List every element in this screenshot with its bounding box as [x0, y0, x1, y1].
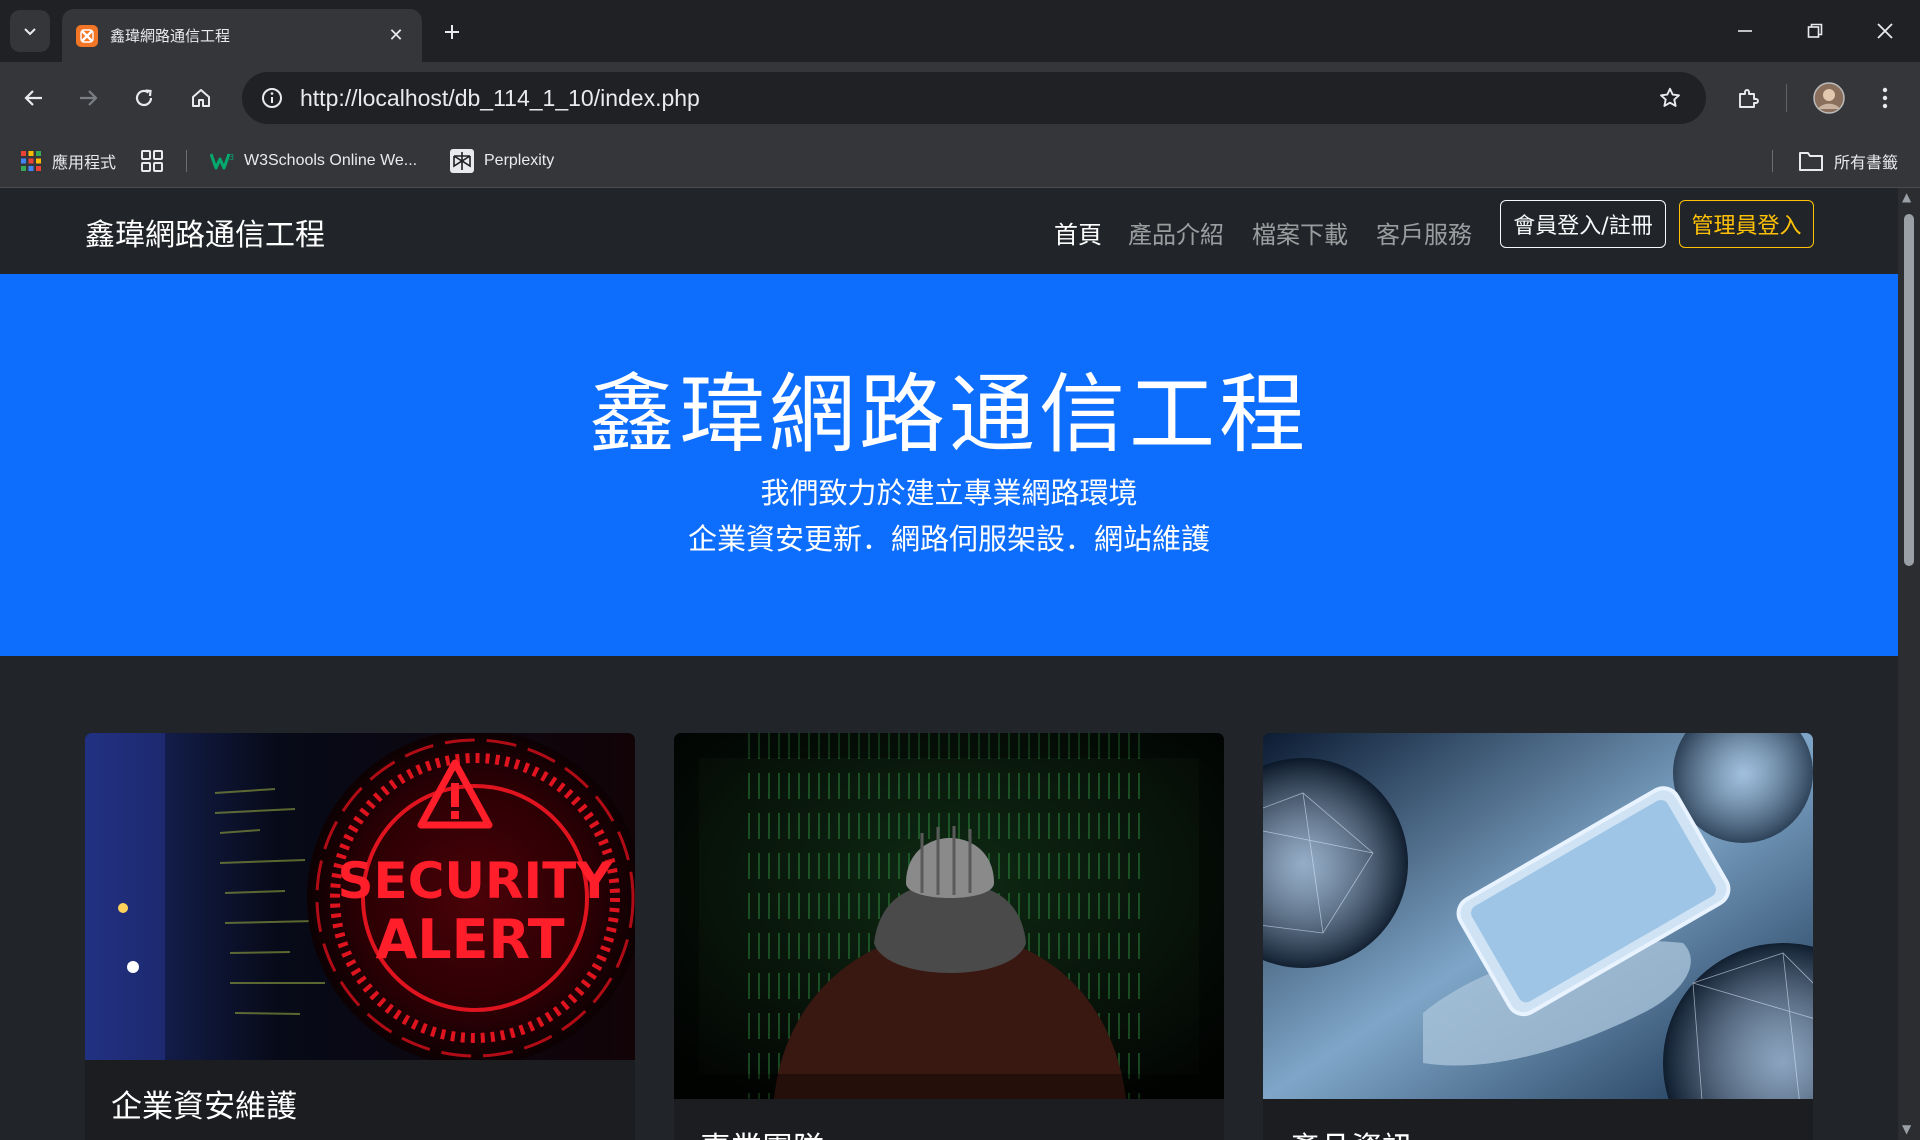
scroll-thumb[interactable] [1904, 214, 1914, 566]
admin-login-button[interactable]: 管理員登入 [1679, 200, 1814, 248]
home-button[interactable] [179, 76, 223, 120]
all-bookmarks-label: 所有書籤 [1834, 155, 1899, 172]
hacker-team-image [674, 733, 1224, 1099]
svg-text:3: 3 [229, 153, 234, 162]
hero-banner: 鑫瑋網路通信工程 我們致力於建立專業網路環境 企業資安更新．網路伺服架設．網站維… [0, 274, 1898, 656]
nav-products[interactable]: 產品介紹 [1128, 215, 1224, 250]
tab-title: 鑫瑋網路通信工程 [110, 27, 231, 45]
extensions-button[interactable] [1726, 76, 1770, 120]
close-tab-icon[interactable]: ✕ [384, 25, 408, 46]
bookmark-perplexity-label: Perplexity [484, 152, 555, 169]
tab-search-button[interactable] [10, 10, 50, 52]
plus-icon [445, 25, 459, 39]
page-scrollbar[interactable]: ▲ ▼ [1898, 188, 1920, 1140]
site-navbar: 鑫瑋網路通信工程 首頁 產品介紹 檔案下載 客戶服務 會員登入/註冊 管理員登入 [0, 188, 1898, 274]
reload-icon [135, 89, 153, 107]
all-bookmarks-button[interactable]: 所有書籤 [1798, 134, 1898, 188]
bookmark-perplexity[interactable]: Perplexity [450, 134, 554, 188]
reload-button[interactable] [122, 76, 166, 120]
smartphone-network-image [1263, 733, 1813, 1099]
new-tab-button[interactable] [436, 16, 468, 48]
profile-avatar[interactable] [1807, 76, 1851, 120]
bookmark-apps[interactable]: 應用程式 [20, 134, 116, 188]
card-team: 專業團隊 [674, 733, 1224, 1140]
puzzle-icon [1739, 89, 1759, 108]
bookmark-apps-label: 應用程式 [52, 155, 117, 172]
forward-button[interactable] [66, 76, 110, 120]
w3schools-icon: 3 [210, 153, 234, 170]
browser-toolbar: http://localhost/db_114_1_10/index.php [0, 62, 1920, 134]
more-vertical-icon [1882, 87, 1888, 109]
arrow-left-icon [24, 90, 42, 106]
web-page: 鑫瑋網路通信工程 首頁 產品介紹 檔案下載 客戶服務 會員登入/註冊 管理員登入… [0, 188, 1898, 1140]
browser-tab-active[interactable]: 鑫瑋網路通信工程 ✕ [62, 9, 422, 62]
bookmark-separator [1772, 150, 1773, 172]
card-products-title: 產品資訊 [1289, 1123, 1413, 1140]
url-text[interactable]: http://localhost/db_114_1_10/index.php [300, 85, 1650, 112]
home-icon [192, 89, 210, 107]
member-login-button[interactable]: 會員登入/註冊 [1500, 200, 1666, 248]
arrow-right-icon [80, 90, 98, 106]
nav-home[interactable]: 首頁 [1054, 215, 1102, 250]
back-button[interactable] [12, 76, 56, 120]
alert-text: ALERT [375, 908, 564, 971]
hero-subtitle-line1: 我們致力於建立專業網路環境 [760, 476, 1138, 510]
site-info-icon[interactable] [256, 82, 288, 114]
restore-button[interactable] [1780, 0, 1850, 62]
toolbar-divider [1786, 84, 1787, 112]
card-security: SECURITY ALERT 企業資安維護 [85, 733, 635, 1140]
browser-tab-bar: 鑫瑋網路通信工程 ✕ [0, 0, 1920, 62]
close-window-button[interactable] [1850, 0, 1920, 62]
tab-groups-button[interactable] [140, 134, 164, 188]
minimize-icon [1738, 30, 1752, 32]
close-icon [1877, 23, 1893, 39]
xampp-favicon-icon [76, 24, 98, 47]
card-team-title: 專業團隊 [700, 1123, 824, 1140]
security-alert-image: SECURITY ALERT [85, 733, 635, 1060]
bookmark-w3schools[interactable]: 3 W3Schools Online We... [210, 134, 417, 188]
minimize-button[interactable] [1710, 0, 1780, 62]
hero-title: 鑫瑋網路通信工程 [589, 365, 1309, 465]
scroll-up-icon[interactable]: ▲ [1902, 190, 1911, 204]
bookmarks-bar: 應用程式 3 W3Schools Online We... Perplexity… [0, 134, 1920, 188]
card-security-title: 企業資安維護 [111, 1089, 297, 1125]
nav-service[interactable]: 客戶服務 [1376, 215, 1472, 250]
chevron-down-icon [24, 28, 36, 36]
bookmark-star-icon[interactable] [1650, 78, 1690, 118]
tab-groups-icon [141, 150, 163, 172]
scroll-down-icon[interactable]: ▼ [1902, 1122, 1911, 1136]
restore-icon [1807, 23, 1823, 38]
nav-downloads[interactable]: 檔案下載 [1252, 215, 1348, 250]
apps-grid-icon [21, 151, 41, 171]
card-products: 產品資訊 [1263, 733, 1813, 1140]
folder-icon [1799, 152, 1823, 171]
hero-subtitle-line2: 企業資安更新．網路伺服架設．網站維護 [687, 522, 1210, 556]
bookmark-separator [186, 150, 187, 172]
security-text: SECURITY [338, 852, 614, 910]
bookmark-w3schools-label: W3Schools Online We... [244, 152, 418, 169]
site-brand[interactable]: 鑫瑋網路通信工程 [85, 210, 325, 254]
address-bar[interactable]: http://localhost/db_114_1_10/index.php [242, 72, 1706, 124]
browser-menu-button[interactable] [1863, 76, 1907, 120]
perplexity-icon [450, 149, 474, 173]
